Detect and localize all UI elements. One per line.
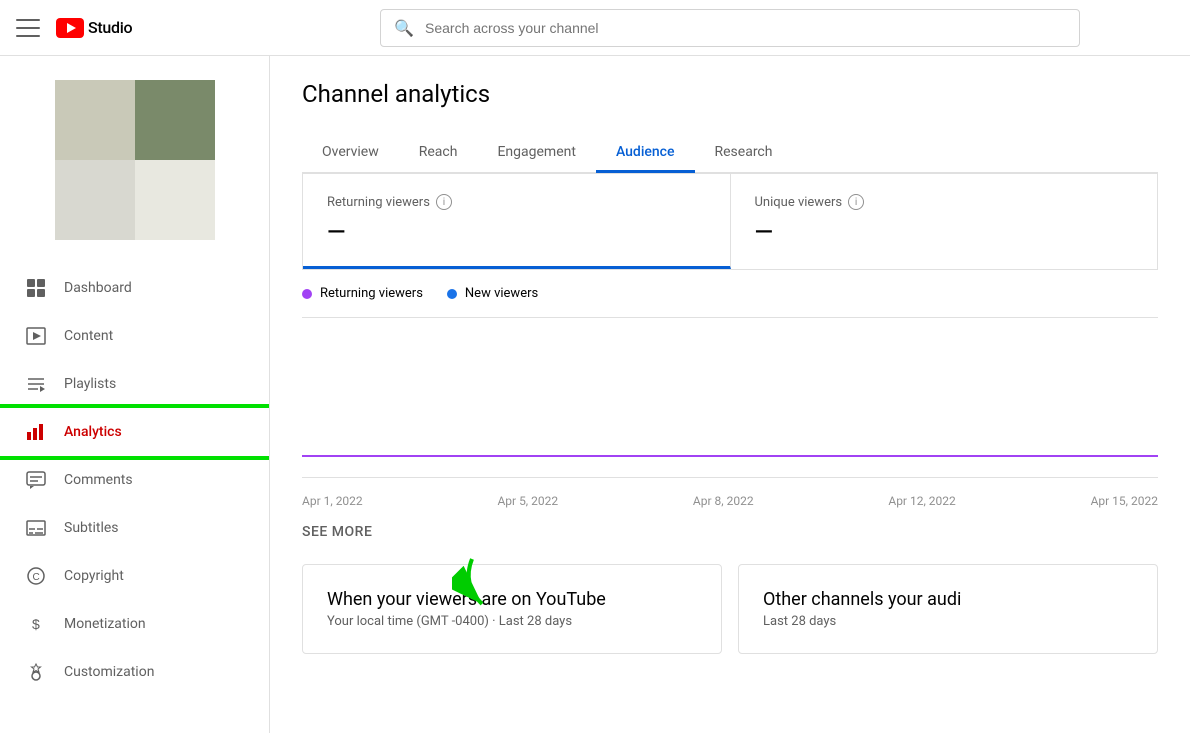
content-icon	[24, 324, 48, 348]
chart-label-3: Apr 12, 2022	[888, 494, 955, 508]
legend-returning-label: Returning viewers	[320, 286, 423, 301]
bottom-cards: When your viewers are on YouTube Your lo…	[302, 564, 1158, 654]
dashboard-label: Dashboard	[64, 280, 132, 296]
studio-label: Studio	[88, 18, 132, 37]
avatar-tr	[135, 80, 215, 160]
header-left: Studio	[16, 16, 286, 40]
unique-viewers-info-icon[interactable]: i	[848, 194, 864, 210]
search-icon: 🔍	[394, 18, 414, 37]
when-viewers-subtitle: Your local time (GMT -0400) · Last 28 da…	[327, 614, 697, 629]
chart-label-4: Apr 15, 2022	[1091, 494, 1158, 508]
when-viewers-card[interactable]: When your viewers are on YouTube Your lo…	[302, 564, 722, 654]
stat-unique-viewers[interactable]: Unique viewers i —	[731, 174, 1158, 269]
playlists-icon	[24, 372, 48, 396]
see-more-button[interactable]: SEE MORE	[302, 516, 1158, 556]
main-content: Channel analytics Overview Reach Engagem…	[270, 56, 1190, 733]
tab-engagement[interactable]: Engagement	[477, 132, 595, 172]
sidebar: Dashboard Content Playlist	[0, 56, 270, 733]
legend-dot-purple	[302, 289, 312, 299]
sidebar-item-dashboard[interactable]: Dashboard	[0, 264, 269, 312]
sidebar-item-monetization[interactable]: $ Monetization	[0, 600, 269, 648]
legend-new-label: New viewers	[465, 286, 538, 301]
sidebar-item-playlists[interactable]: Playlists	[0, 360, 269, 408]
page-title: Channel analytics	[302, 80, 1158, 108]
sidebar-item-customization[interactable]: Customization	[0, 648, 269, 696]
returning-viewers-info-icon[interactable]: i	[436, 194, 452, 210]
dashboard-icon	[24, 276, 48, 300]
other-channels-card[interactable]: Other channels your audi Last 28 days	[738, 564, 1158, 654]
subtitles-icon	[24, 516, 48, 540]
sidebar-item-analytics[interactable]: Analytics	[0, 408, 269, 456]
chart-area	[302, 318, 1158, 478]
chart-label-1: Apr 5, 2022	[497, 494, 558, 508]
other-channels-subtitle: Last 28 days	[763, 614, 1133, 629]
legend-dot-blue	[447, 289, 457, 299]
analytics-tabs: Overview Reach Engagement Audience Resea…	[302, 132, 1158, 173]
avatar-bl	[55, 160, 135, 240]
unique-viewers-label: Unique viewers i	[755, 194, 1134, 210]
when-viewers-title: When your viewers are on YouTube	[327, 589, 697, 610]
sidebar-item-subtitles[interactable]: Subtitles	[0, 504, 269, 552]
chart-legend: Returning viewers New viewers	[302, 270, 1158, 318]
legend-returning-viewers: Returning viewers	[302, 286, 423, 301]
logo-area: Studio	[56, 18, 132, 38]
copyright-label: Copyright	[64, 568, 124, 584]
chart-x-labels: Apr 1, 2022 Apr 5, 2022 Apr 8, 2022 Apr …	[302, 486, 1158, 516]
chart-wrapper: Apr 1, 2022 Apr 5, 2022 Apr 8, 2022 Apr …	[302, 318, 1158, 516]
svg-text:C: C	[33, 572, 40, 583]
bottom-section: When your viewers are on YouTube Your lo…	[302, 564, 1158, 654]
svg-text:$: $	[32, 616, 40, 632]
sidebar-item-content[interactable]: Content	[0, 312, 269, 360]
tab-reach[interactable]: Reach	[399, 132, 478, 172]
legend-new-viewers: New viewers	[447, 286, 538, 301]
comments-icon	[24, 468, 48, 492]
other-channels-title: Other channels your audi	[763, 589, 1133, 610]
copyright-icon: C	[24, 564, 48, 588]
monetization-icon: $	[24, 612, 48, 636]
search-bar: 🔍	[380, 9, 1080, 47]
youtube-logo-icon	[56, 18, 84, 38]
sidebar-item-copyright[interactable]: C Copyright	[0, 552, 269, 600]
hamburger-menu-button[interactable]	[16, 16, 40, 40]
analytics-icon	[24, 420, 48, 444]
header: Studio 🔍	[0, 0, 1190, 56]
chart-label-0: Apr 1, 2022	[302, 494, 363, 508]
returning-viewers-value: —	[327, 218, 706, 246]
unique-viewers-value: —	[755, 218, 1134, 246]
main-layout: Dashboard Content Playlist	[0, 56, 1190, 733]
analytics-label: Analytics	[64, 424, 122, 440]
avatar-area	[0, 64, 269, 264]
monetization-label: Monetization	[64, 616, 146, 632]
subtitles-label: Subtitles	[64, 520, 119, 536]
avatar-tl	[55, 80, 135, 160]
content-label: Content	[64, 328, 113, 344]
tab-audience[interactable]: Audience	[596, 132, 695, 172]
stat-returning-viewers[interactable]: Returning viewers i —	[303, 174, 731, 269]
customization-icon	[24, 660, 48, 684]
chart-line-returning	[302, 455, 1158, 457]
sidebar-item-comments[interactable]: Comments	[0, 456, 269, 504]
tab-overview[interactable]: Overview	[302, 132, 399, 172]
returning-viewers-label: Returning viewers i	[327, 194, 706, 210]
channel-avatar	[55, 80, 215, 240]
comments-label: Comments	[64, 472, 133, 488]
playlists-label: Playlists	[64, 376, 116, 392]
search-input[interactable]	[380, 9, 1080, 47]
tab-research[interactable]: Research	[695, 132, 793, 172]
customization-label: Customization	[64, 664, 154, 680]
chart-label-2: Apr 8, 2022	[693, 494, 754, 508]
avatar-br	[135, 160, 215, 240]
stats-row: Returning viewers i — Unique viewers i —	[302, 173, 1158, 270]
